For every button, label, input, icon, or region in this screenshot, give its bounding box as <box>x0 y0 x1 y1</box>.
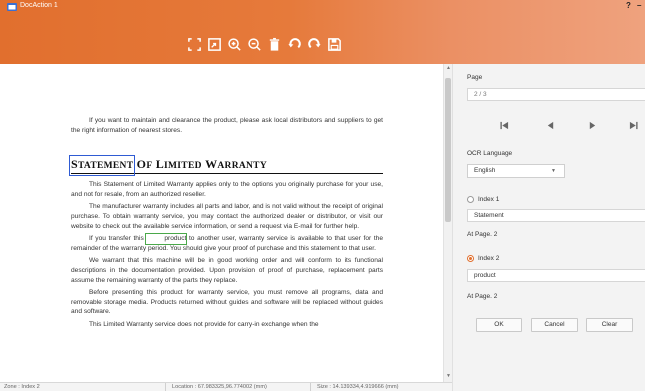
section-heading: STATEMENT OF LIMITED WARRANTY <box>68 155 383 177</box>
index2-highlight[interactable]: product <box>145 233 188 245</box>
index1-radio[interactable]: Index 1 <box>467 194 499 204</box>
scroll-down-icon[interactable]: ▼ <box>445 373 452 380</box>
docaction-window: DocAction 1 ? – If you want to maintain … <box>0 0 645 391</box>
heading-cap: S <box>71 157 78 172</box>
status-zone: Zone : Index 2 <box>4 384 40 390</box>
cancel-button[interactable]: Cancel <box>531 318 578 332</box>
fit-page-button[interactable] <box>185 35 204 53</box>
status-size: Size : 14.139334,4.919666 (mm) <box>317 384 399 390</box>
p3-before: If you transfer this <box>89 235 147 243</box>
save-icon <box>328 37 341 51</box>
heading-limited: IMITED <box>164 161 202 172</box>
delete-icon <box>269 37 280 51</box>
toolbar <box>185 34 345 54</box>
status-bar: Zone : Index 2 Location : 67.983325,96.7… <box>0 382 452 391</box>
status-location: Location : 67.983325,96.774002 (mm) <box>172 384 267 390</box>
first-page-icon <box>499 121 508 129</box>
heading-w-cap: W <box>205 157 218 172</box>
scroll-up-icon[interactable]: ▲ <box>445 65 452 72</box>
doc-paragraph-3: If you transfer this product to another … <box>71 233 383 253</box>
ocr-language-label: OCR Language <box>467 150 513 157</box>
save-button[interactable] <box>325 35 344 53</box>
title-bar: DocAction 1 ? – <box>0 0 645 14</box>
window-title: DocAction 1 <box>20 2 58 9</box>
fit-width-icon <box>208 37 221 51</box>
chevron-down-icon: ▼ <box>551 168 556 174</box>
index1-label: Index 1 <box>478 195 500 203</box>
index2-radio[interactable]: Index 2 <box>467 253 499 263</box>
status-divider <box>310 383 311 391</box>
heading-of-cap: O <box>136 157 147 172</box>
vertical-scrollbar[interactable]: ▲ ▼ <box>443 64 452 382</box>
index-panel: Page 2 / 3 OCR Language English ▼ Index … <box>452 64 645 391</box>
doc-paragraph-4: We warrant that this machine will be in … <box>71 257 383 284</box>
index2-label: Index 2 <box>478 254 500 262</box>
document-view[interactable]: If you want to maintain and clearance th… <box>0 64 443 382</box>
app-icon <box>7 3 17 11</box>
ok-button[interactable]: OK <box>476 318 522 332</box>
zoom-in-icon <box>228 37 241 51</box>
help-button[interactable]: ? <box>626 1 631 10</box>
rotate-left-icon <box>288 37 301 48</box>
zoom-in-button[interactable] <box>225 35 244 53</box>
ocr-language-select[interactable]: English ▼ <box>467 164 565 178</box>
page-navigation <box>467 117 645 133</box>
scroll-thumb[interactable] <box>445 78 451 222</box>
heading-of: F <box>146 161 153 172</box>
header-bar: DocAction 1 ? – <box>0 0 645 64</box>
last-page-icon <box>629 121 638 129</box>
doc-paragraph-2: The manufacturer warranty includes all p… <box>71 203 383 230</box>
ocr-language-value: English <box>474 167 496 174</box>
next-page-icon <box>589 121 595 129</box>
zoom-out-button[interactable] <box>245 35 264 53</box>
prev-page-button[interactable] <box>542 117 558 133</box>
zoom-out-icon <box>248 37 261 51</box>
doc-paragraph-5: Before presenting this product for warra… <box>71 289 383 316</box>
index1-field[interactable]: Statement <box>467 209 645 222</box>
doc-paragraph-6: This Limited Warranty service does not p… <box>89 320 319 328</box>
clear-button[interactable]: Clear <box>586 318 633 332</box>
document-page: If you want to maintain and clearance th… <box>68 116 383 333</box>
prev-page-icon <box>547 121 553 129</box>
index2-radio-circle[interactable] <box>467 254 474 262</box>
index2-field[interactable]: product <box>467 269 645 282</box>
first-page-button[interactable] <box>496 117 512 133</box>
rotate-right-button[interactable] <box>305 35 324 53</box>
status-divider <box>165 383 166 391</box>
doc-paragraph-1: This Statement of Limited Warranty appli… <box>71 181 383 198</box>
page-label: Page <box>467 74 483 81</box>
heading-warranty: ARRANTY <box>217 161 267 172</box>
doc-intro: If you want to maintain and clearance th… <box>71 117 383 134</box>
fit-page-icon <box>188 37 201 51</box>
minimize-button[interactable]: – <box>637 1 641 10</box>
fit-width-button[interactable] <box>205 35 224 53</box>
last-page-button[interactable] <box>625 117 641 133</box>
index1-highlight[interactable]: STATEMENT <box>68 155 136 177</box>
heading-l-cap: L <box>155 157 165 172</box>
page-field[interactable]: 2 / 3 <box>467 88 645 101</box>
rotate-right-icon <box>308 37 321 48</box>
index1-page: At Page. 2 <box>467 231 498 238</box>
heading-word1: TATEMENT <box>77 161 134 172</box>
index1-radio-circle[interactable] <box>467 195 474 203</box>
next-page-button[interactable] <box>584 117 600 133</box>
delete-button[interactable] <box>265 35 284 53</box>
index2-page: At Page. 2 <box>467 293 498 300</box>
rotate-left-button[interactable] <box>285 35 304 53</box>
